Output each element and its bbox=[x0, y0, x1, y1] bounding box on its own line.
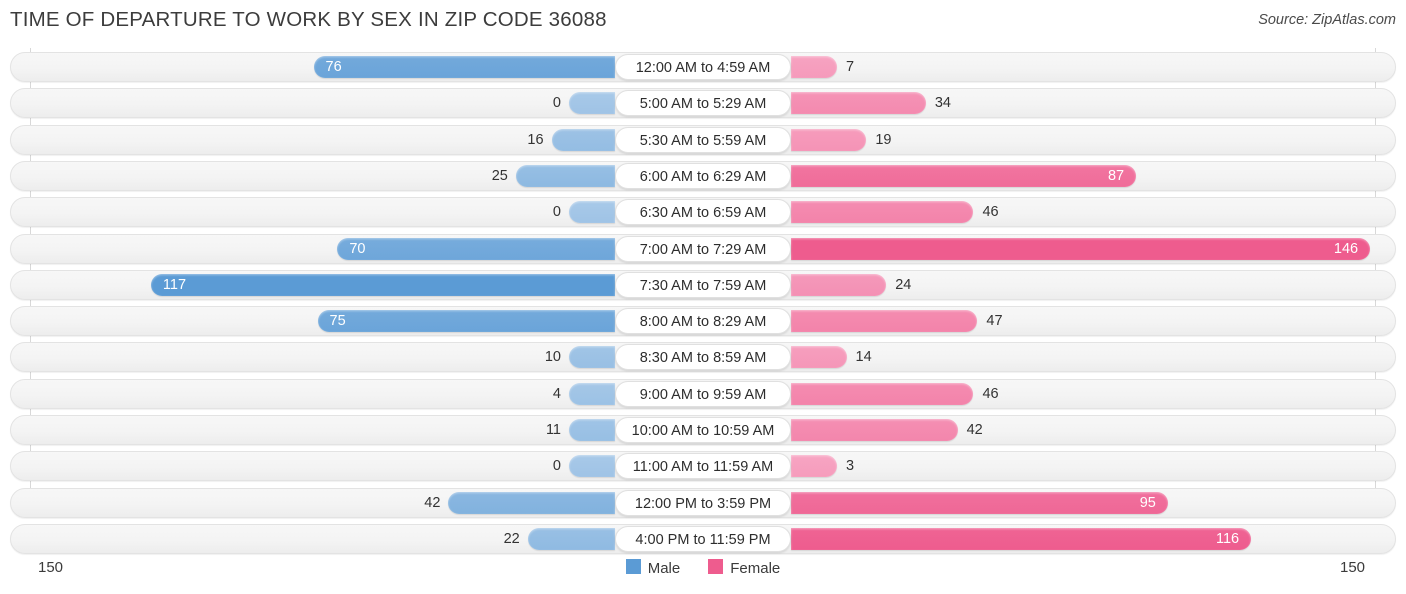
category-label: 6:00 AM to 6:29 AM bbox=[615, 162, 791, 189]
bar-value-female: 14 bbox=[855, 349, 872, 366]
bar-male bbox=[551, 128, 615, 151]
table-row: 42 95 12:00 PM to 3:59 PM bbox=[10, 487, 1396, 518]
bar-female bbox=[791, 201, 974, 224]
table-row: 4 46 9:00 AM to 9:59 AM bbox=[10, 378, 1396, 409]
bar-female bbox=[791, 419, 958, 441]
bar-male bbox=[569, 346, 615, 369]
bar-value-male: 0 bbox=[552, 204, 561, 221]
bar-value-female: 3 bbox=[846, 458, 855, 475]
bar-value-female: 24 bbox=[895, 276, 912, 293]
category-label: 11:00 AM to 11:59 AM bbox=[615, 453, 791, 480]
bar-value-male: 42 bbox=[424, 494, 441, 511]
category-label: 6:30 AM to 6:59 AM bbox=[615, 199, 791, 226]
bar-value-male: 4 bbox=[552, 385, 561, 402]
category-label: 9:00 AM to 9:59 AM bbox=[615, 380, 791, 407]
category-label: 4:00 PM to 11:59 PM bbox=[615, 525, 791, 552]
legend-swatch-female bbox=[708, 559, 724, 574]
bar-male bbox=[569, 201, 615, 224]
bar-male bbox=[569, 382, 615, 405]
category-label: 5:30 AM to 5:59 AM bbox=[615, 126, 791, 153]
legend-label: Male bbox=[647, 559, 681, 577]
table-row: 75 47 8:00 AM to 8:29 AM bbox=[10, 306, 1396, 337]
bar-male bbox=[527, 527, 615, 550]
bar-value-male: 11 bbox=[545, 422, 561, 438]
bar-value-male: 25 bbox=[491, 167, 508, 184]
category-label: 12:00 PM to 3:59 PM bbox=[615, 489, 791, 516]
bar-female bbox=[791, 56, 837, 78]
bar-male bbox=[569, 455, 615, 478]
bar-male bbox=[150, 273, 615, 296]
table-row: 0 46 6:30 AM to 6:59 AM bbox=[10, 197, 1396, 228]
bar-value-female: 34 bbox=[934, 95, 951, 112]
bar-value-male: 76 bbox=[325, 59, 342, 75]
category-label: 7:00 AM to 7:29 AM bbox=[615, 235, 791, 262]
bar-value-female: 146 bbox=[1333, 240, 1359, 257]
bar-value-female: 95 bbox=[1139, 494, 1156, 511]
category-label: 8:30 AM to 8:59 AM bbox=[615, 344, 791, 371]
bar-value-male: 10 bbox=[544, 349, 561, 366]
category-label: 12:00 AM to 4:59 AM bbox=[615, 54, 791, 80]
bar-male bbox=[313, 56, 615, 78]
bar-female bbox=[791, 164, 1137, 187]
bar-female bbox=[791, 491, 1168, 514]
bar-female bbox=[791, 128, 867, 151]
bar-value-male: 117 bbox=[162, 276, 187, 293]
bar-male bbox=[448, 491, 615, 514]
bar-value-male: 0 bbox=[552, 458, 561, 475]
chart-plot-area: 76 7 12:00 AM to 4:59 AM 0 34 5:00 AM to 5:29… bbox=[0, 48, 1406, 554]
category-label: 5:00 AM to 5:29 AM bbox=[615, 90, 791, 117]
legend-label: Female bbox=[730, 559, 781, 577]
bar-value-male: 16 bbox=[527, 131, 544, 148]
bar-value-female: 42 bbox=[966, 422, 983, 438]
bar-male bbox=[337, 237, 615, 260]
page-title: TIME OF DEPARTURE TO WORK BY SEX IN ZIP … bbox=[10, 8, 607, 31]
table-row: 0 3 11:00 AM to 11:59 AM bbox=[10, 451, 1396, 482]
table-row: 16 19 5:30 AM to 5:59 AM bbox=[10, 124, 1396, 155]
table-row: 22 116 4:00 PM to 11:59 PM bbox=[10, 523, 1396, 554]
legend-item-female[interactable]: Female bbox=[708, 559, 780, 577]
bar-female bbox=[791, 237, 1371, 260]
bar-female bbox=[791, 346, 847, 369]
source-attribution: Source: ZipAtlas.com bbox=[1258, 12, 1396, 28]
bar-value-male: 70 bbox=[349, 240, 366, 257]
bar-value-male: 75 bbox=[329, 313, 346, 330]
table-row: 11 42 10:00 AM to 10:59 AM bbox=[10, 415, 1396, 445]
table-row: 0 34 5:00 AM to 5:29 AM bbox=[10, 88, 1396, 119]
bar-female bbox=[791, 527, 1252, 550]
chart-footer: 150 150 Male Female bbox=[0, 556, 1406, 590]
chart-legend: Male Female bbox=[0, 559, 1406, 577]
table-row: 25 87 6:00 AM to 6:29 AM bbox=[10, 160, 1396, 191]
bar-female bbox=[791, 92, 926, 115]
legend-item-male[interactable]: Male bbox=[625, 559, 681, 577]
bar-male bbox=[317, 310, 615, 333]
bar-value-male: 0 bbox=[552, 95, 561, 112]
bar-value-female: 116 bbox=[1216, 530, 1240, 547]
bar-value-female: 47 bbox=[986, 313, 1003, 330]
category-label: 7:30 AM to 7:59 AM bbox=[615, 271, 791, 298]
table-row: 10 14 8:30 AM to 8:59 AM bbox=[10, 342, 1396, 373]
bar-male bbox=[515, 164, 615, 187]
table-row: 76 7 12:00 AM to 4:59 AM bbox=[10, 52, 1396, 82]
bar-value-female: 46 bbox=[982, 385, 999, 402]
table-row: 117 24 7:30 AM to 7:59 AM bbox=[10, 269, 1396, 300]
bar-female bbox=[791, 273, 887, 296]
bar-value-female: 46 bbox=[982, 204, 999, 221]
table-row: 70 146 7:00 AM to 7:29 AM bbox=[10, 233, 1396, 264]
bar-value-male: 22 bbox=[503, 530, 520, 547]
legend-swatch-male bbox=[625, 559, 641, 574]
bar-value-female: 7 bbox=[846, 59, 855, 75]
bar-male bbox=[569, 419, 615, 441]
chart-header: TIME OF DEPARTURE TO WORK BY SEX IN ZIP … bbox=[0, 0, 1406, 42]
bar-male bbox=[569, 92, 615, 115]
bar-female bbox=[791, 310, 978, 333]
bar-value-female: 19 bbox=[875, 131, 892, 148]
bar-value-female: 87 bbox=[1107, 167, 1125, 184]
category-label: 8:00 AM to 8:29 AM bbox=[615, 308, 791, 335]
bar-female bbox=[791, 455, 837, 478]
bar-female bbox=[791, 382, 974, 405]
category-label: 10:00 AM to 10:59 AM bbox=[615, 417, 791, 443]
